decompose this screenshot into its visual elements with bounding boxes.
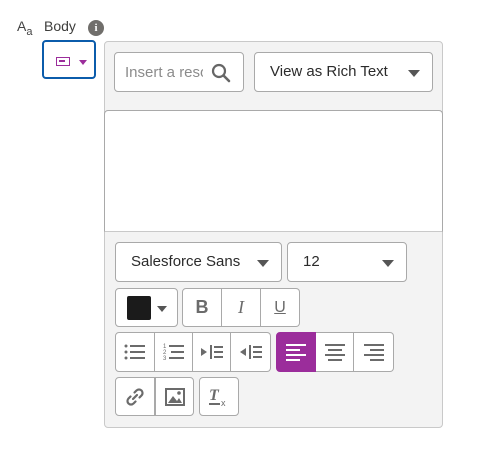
field-label: Body: [44, 18, 76, 34]
svg-text:T: T: [209, 387, 220, 404]
align-right-icon: [363, 344, 384, 361]
view-as-select[interactable]: View as Rich Text: [254, 52, 433, 92]
chevron-down-icon: [408, 70, 420, 77]
align-right-button[interactable]: [354, 332, 394, 372]
clear-formatting-icon: T x: [209, 387, 226, 407]
align-center-icon: [324, 344, 345, 361]
svg-text:3: 3: [163, 356, 167, 362]
bold-button[interactable]: B: [182, 288, 222, 327]
align-center-button[interactable]: [316, 332, 354, 372]
insert-link-button[interactable]: [115, 377, 155, 416]
numbered-list-button[interactable]: 123: [155, 332, 193, 372]
outdent-icon: [239, 345, 262, 359]
underline-button[interactable]: U: [261, 288, 300, 327]
italic-button[interactable]: I: [222, 288, 261, 327]
insert-image-button[interactable]: [155, 377, 194, 416]
link-icon: [126, 387, 144, 406]
resource-search-input[interactable]: [125, 61, 203, 83]
bulleted-list-icon: [124, 344, 145, 360]
align-left-button[interactable]: [276, 332, 316, 372]
numbered-list-icon: 123: [163, 344, 184, 362]
font-family-select[interactable]: Salesforce Sans: [115, 242, 282, 282]
font-size-value: 12: [303, 253, 320, 270]
chevron-down-icon: [79, 60, 87, 65]
text-color-button[interactable]: [115, 288, 178, 327]
text-type-icon: Aa: [17, 18, 33, 38]
info-icon[interactable]: i: [88, 20, 104, 36]
chevron-down-icon: [157, 306, 167, 312]
bulleted-list-button[interactable]: [115, 332, 155, 372]
search-icon[interactable]: [211, 63, 231, 83]
rich-text-trigger-button[interactable]: [42, 40, 96, 79]
chevron-down-icon: [257, 260, 269, 267]
font-family-value: Salesforce Sans: [131, 253, 241, 270]
align-left-icon: [286, 344, 306, 361]
indent-icon: [200, 345, 223, 359]
view-as-label: View as Rich Text: [270, 63, 388, 80]
resource-search-box[interactable]: [114, 52, 244, 92]
image-icon: [164, 387, 185, 406]
chevron-down-icon: [382, 260, 394, 267]
text-color-swatch: [127, 296, 151, 320]
svg-text:x: x: [221, 398, 226, 407]
rich-text-editor-area[interactable]: [104, 110, 443, 232]
font-size-select[interactable]: 12: [287, 242, 407, 282]
rich-text-input-icon: [56, 57, 70, 66]
clear-formatting-button[interactable]: T x: [199, 377, 239, 416]
outdent-button[interactable]: [231, 332, 271, 372]
indent-button[interactable]: [193, 332, 231, 372]
